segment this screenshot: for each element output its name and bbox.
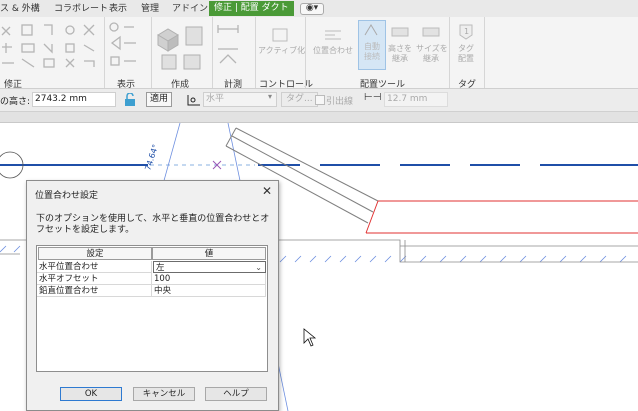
leader-length-input[interactable]: 12.7 mm xyxy=(384,92,448,107)
height-input[interactable]: 2743.2 mm xyxy=(32,92,116,107)
ok-button[interactable]: OK xyxy=(60,387,122,401)
justification-settings-dialog: 位置合わせ設定 ✕ 下のオプションを使用して、水平と垂直の位置合わせとオフセット… xyxy=(26,180,279,411)
lock-icon[interactable] xyxy=(123,93,137,107)
leader-length-icon: ⊢⊣ xyxy=(364,92,382,103)
create-tools-icon[interactable] xyxy=(154,21,210,73)
inherit-elevation-icon xyxy=(391,27,409,37)
justify-button[interactable]: 位置合わせ xyxy=(310,27,356,56)
orientation-icon xyxy=(187,95,200,106)
svg-text:1: 1 xyxy=(464,27,469,36)
angle-label: 74.64° xyxy=(143,143,160,171)
tag-on-placement-button[interactable]: 1 タグ 配置 xyxy=(452,21,480,64)
inherit-size-icon xyxy=(422,27,440,37)
options-bar: の高さ: 2743.2 mm 適用 水平 ▾ タグ... 引出線 ⊢⊣ 12.7… xyxy=(0,89,638,112)
tab-modify-place-duct[interactable]: 修正 | 配置 ダクト xyxy=(209,1,294,16)
ribbon-tab-bar: ス & 外構 コラボレート 表示 管理 アドイン 修正 | 配置 ダクト ◉▾ xyxy=(0,0,638,17)
modify-tools-icon[interactable] xyxy=(0,19,104,75)
inherit-elevation-button[interactable]: 高さを 継承 xyxy=(386,23,414,64)
measure-tools-icon[interactable] xyxy=(216,23,254,71)
column-header-value: 値 xyxy=(152,247,266,260)
vertical-justification-value[interactable]: 中央 xyxy=(152,285,266,297)
tag-icon: 1 xyxy=(459,24,473,40)
apply-button[interactable]: 適用 xyxy=(146,92,173,107)
auto-connect-button[interactable]: 自動 接続 xyxy=(358,20,386,70)
leader-checkbox[interactable] xyxy=(315,95,325,105)
height-label: の高さ: xyxy=(0,97,31,107)
tab-addins[interactable]: アドイン xyxy=(172,2,208,16)
horizontal-justification-select[interactable]: 左 ⌄ xyxy=(153,261,266,273)
view-tools-icon[interactable] xyxy=(108,21,150,73)
table-row-setting: 水平位置合わせ xyxy=(37,261,152,273)
auto-connect-icon xyxy=(364,24,378,36)
tab-view[interactable]: 表示 xyxy=(109,2,127,16)
cancel-button[interactable]: キャンセル xyxy=(133,387,195,401)
activate-icon xyxy=(272,28,288,42)
selected-duct xyxy=(365,200,638,234)
activate-button[interactable]: アクティブ化 xyxy=(258,27,305,56)
inherit-size-button[interactable]: サイズを 継承 xyxy=(416,23,448,64)
table-row-setting: 水平オフセット xyxy=(37,273,152,285)
tab-site[interactable]: ス & 外構 xyxy=(0,2,40,16)
close-icon[interactable]: ✕ xyxy=(262,184,272,198)
justify-icon xyxy=(325,30,341,40)
view-strip xyxy=(0,112,638,123)
column-header-setting: 設定 xyxy=(38,247,152,260)
chevron-down-icon[interactable]: ▾ xyxy=(268,92,272,101)
dialog-title: 位置合わせ設定 xyxy=(35,191,99,201)
tag-button[interactable]: タグ... xyxy=(281,92,318,107)
settings-table: 設定 値 水平位置合わせ 左 ⌄ 水平オフセット 100 鉛直位置合わせ 中央 xyxy=(36,245,268,372)
dialog-description: 下のオプションを使用して、水平と垂直の位置合わせとオフセットを設定します。 xyxy=(36,214,270,235)
horizontal-offset-value[interactable]: 100 xyxy=(152,273,266,285)
orientation-dropdown[interactable]: 水平 xyxy=(203,92,277,107)
ribbon-dropdown-icon[interactable]: ◉▾ xyxy=(300,3,324,15)
tab-manage[interactable]: 管理 xyxy=(141,2,159,16)
table-row-setting: 鉛直位置合わせ xyxy=(37,285,152,297)
mouse-cursor-icon xyxy=(303,328,317,347)
tab-collaborate[interactable]: コラボレート xyxy=(54,2,108,16)
leader-label: 引出線 xyxy=(326,97,354,107)
ribbon-panel: 修正 表示 作成 計測 アクティブ化 コントロール 位置合わせ 自動 接続 高さ… xyxy=(0,17,638,90)
help-button[interactable]: ヘルプ xyxy=(205,387,267,401)
